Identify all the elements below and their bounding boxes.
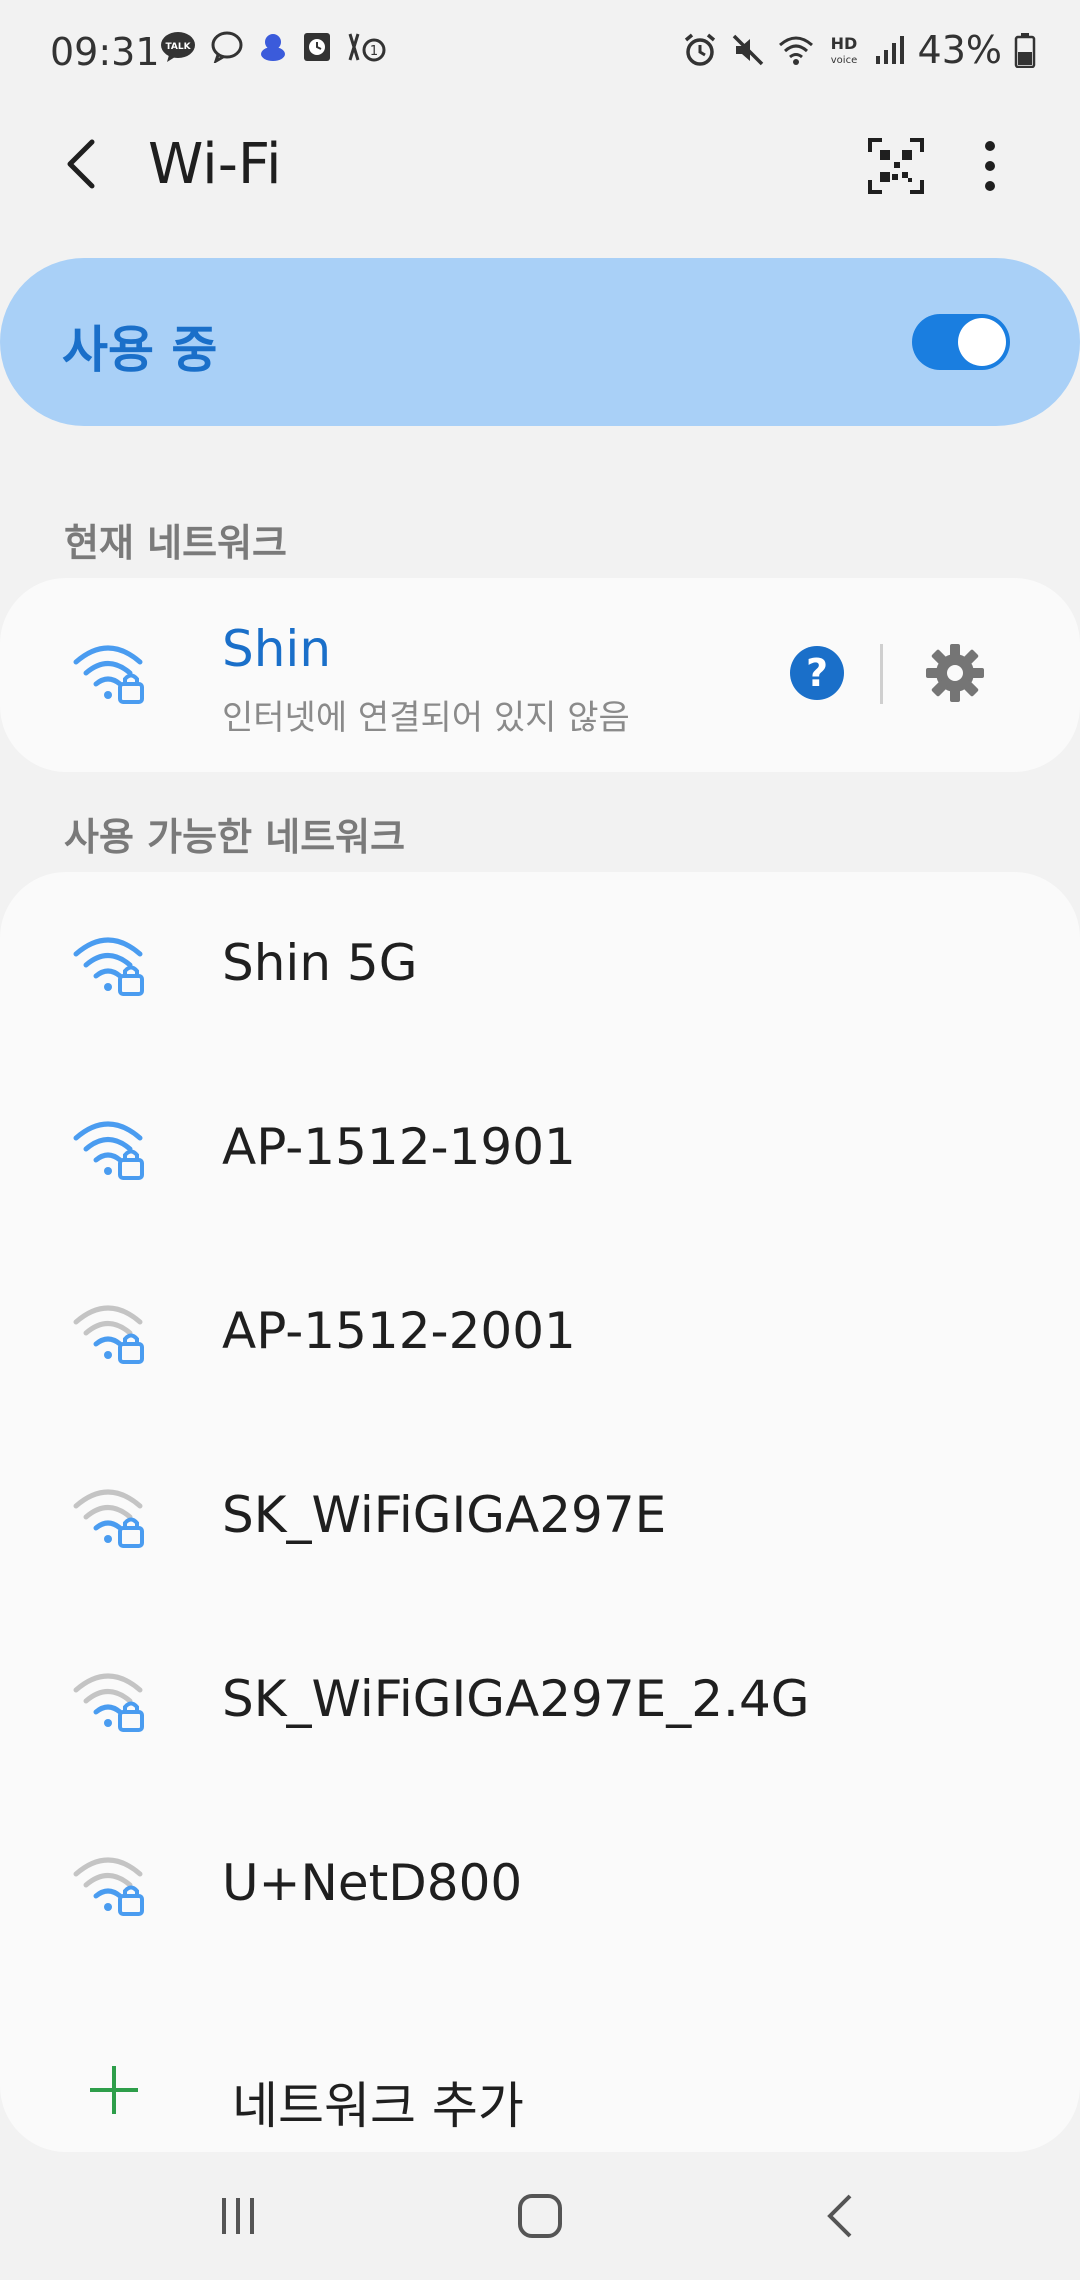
signal-icon [875, 36, 904, 64]
network-name: SK_WiFiGIGA297E_2.4G [222, 1670, 810, 1728]
wifi-lock-icon [73, 937, 144, 996]
wifi-toggle[interactable] [912, 314, 1010, 370]
available-networks-header: 사용 가능한 네트워크 [64, 815, 406, 859]
kakaotalk-icon: TALK [161, 32, 195, 62]
network-row[interactable]: SK_WiFiGIGA297E [0, 1424, 1080, 1608]
help-icon[interactable]: ? [790, 646, 844, 700]
network-row[interactable]: AP-1512-1901 [0, 1056, 1080, 1240]
add-network-button[interactable]: 네트워크 추가 [0, 2032, 1080, 2152]
notification-icons: TALK 1 [160, 30, 386, 64]
wifi-master-switch[interactable]: 사용 중 [0, 258, 1080, 426]
current-network-status: 인터넷에 연결되어 있지 않음 [222, 698, 630, 738]
network-name: U+NetD800 [222, 1854, 523, 1912]
wifi-lock-icon [73, 1121, 144, 1180]
battery-icon [1014, 33, 1036, 68]
svg-text:voice: voice [830, 55, 856, 66]
recents-icon[interactable] [208, 2186, 268, 2246]
add-network-label: 네트워크 추가 [232, 2077, 524, 2135]
wifi-status-icon [778, 36, 813, 65]
nav-back-icon[interactable] [812, 2186, 872, 2246]
chat-bubble-icon [211, 31, 243, 63]
status-time: 09:31 [50, 30, 160, 74]
master-switch-label: 사용 중 [62, 321, 218, 379]
network-row[interactable]: Shin 5G [0, 872, 1080, 1056]
gear-icon[interactable] [924, 642, 986, 704]
plus-icon [90, 2066, 138, 2114]
clock-app-icon [304, 33, 330, 61]
mute-icon [732, 34, 763, 66]
system-status-icons: HD voice 43% [682, 28, 1036, 72]
hd-voice-icon: HD voice [830, 34, 857, 66]
app-notification-icon [261, 34, 285, 61]
wifi-lock-icon [73, 645, 144, 704]
battery-percent: 43% [917, 28, 1002, 72]
svg-text:HD: HD [830, 34, 857, 53]
page-title: Wi-Fi [148, 132, 282, 197]
app-header: Wi-Fi [0, 110, 1080, 220]
back-arrow-icon[interactable] [52, 132, 116, 196]
divider [880, 644, 883, 704]
navigation-bar [0, 2152, 1080, 2280]
available-networks-card: Shin 5G AP-1512-1901 AP-1512-2001 SK_WiFiGI… [0, 872, 1080, 2152]
network-name: AP-1512-1901 [222, 1118, 576, 1176]
wifi-lock-icon [73, 1305, 144, 1364]
more-vert-icon[interactable] [960, 134, 1020, 198]
network-row[interactable]: U+NetD800 [0, 1792, 1080, 1976]
toggle-knob [958, 318, 1006, 366]
network-row[interactable]: AP-1512-2001 [0, 1240, 1080, 1424]
network-name: AP-1512-2001 [222, 1302, 576, 1360]
current-network-name: Shin [222, 620, 332, 678]
call-sim-icon: 1 [348, 33, 386, 62]
svg-text:TALK: TALK [165, 42, 191, 52]
current-network-header: 현재 네트워크 [64, 521, 287, 565]
network-name: Shin 5G [222, 934, 418, 992]
alarm-icon [684, 33, 715, 66]
network-row[interactable]: SK_WiFiGIGA297E_2.4G [0, 1608, 1080, 1792]
wifi-lock-icon [73, 1857, 144, 1916]
svg-text:1: 1 [370, 44, 378, 59]
home-icon[interactable] [510, 2186, 570, 2246]
wifi-lock-icon [73, 1489, 144, 1548]
qr-scan-icon[interactable] [866, 136, 926, 196]
wifi-lock-icon [73, 1673, 144, 1732]
network-name: SK_WiFiGIGA297E [222, 1486, 667, 1544]
status-bar: 09:31 TALK 1 HD voice 43% [0, 0, 1080, 110]
current-network-card[interactable]: Shin 인터넷에 연결되어 있지 않음 ? [0, 578, 1080, 772]
